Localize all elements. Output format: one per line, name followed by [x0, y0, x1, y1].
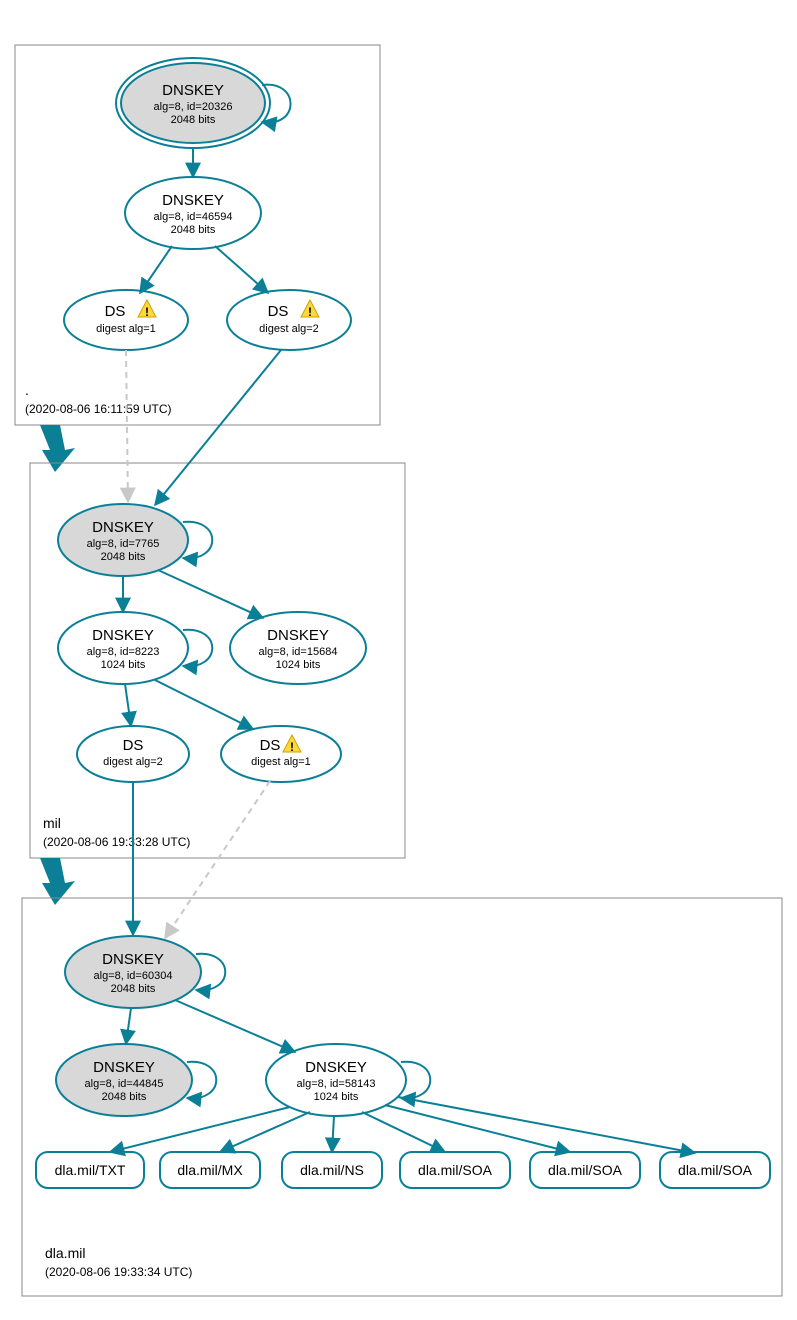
rr-soa2: dla.mil/SOA	[530, 1152, 640, 1188]
svg-text:alg=8, id=8223: alg=8, id=8223	[87, 646, 160, 658]
svg-text:1024 bits: 1024 bits	[276, 659, 321, 671]
svg-text:DS: DS	[105, 303, 126, 320]
svg-text:DNSKEY: DNSKEY	[162, 192, 224, 209]
rr-soa1: dla.mil/SOA	[400, 1152, 510, 1188]
svg-text:DNSKEY: DNSKEY	[305, 1059, 367, 1076]
svg-text:!: !	[145, 305, 149, 319]
rr-mx: dla.mil/MX	[160, 1152, 260, 1188]
svg-text:1024 bits: 1024 bits	[314, 1091, 359, 1103]
svg-text:2048 bits: 2048 bits	[111, 983, 156, 995]
svg-text:digest alg=2: digest alg=2	[259, 323, 319, 335]
svg-text:alg=8, id=7765: alg=8, id=7765	[87, 538, 160, 550]
node-mil-ksk: DNSKEY alg=8, id=7765 2048 bits	[58, 504, 188, 576]
svg-text:dla.mil/SOA: dla.mil/SOA	[548, 1162, 623, 1178]
svg-text:2048 bits: 2048 bits	[102, 1091, 147, 1103]
svg-text:2048 bits: 2048 bits	[171, 224, 216, 236]
zone-root-name: .	[25, 382, 29, 398]
zone-root: . (2020-08-06 16:11:59 UTC) DNSKEY alg=8…	[15, 45, 380, 425]
node-mil-zsk: DNSKEY alg=8, id=8223 1024 bits	[58, 612, 188, 684]
svg-text:alg=8, id=58143: alg=8, id=58143	[297, 1078, 376, 1090]
svg-text:dla.mil/SOA: dla.mil/SOA	[418, 1162, 493, 1178]
dnssec-graph: . (2020-08-06 16:11:59 UTC) DNSKEY alg=8…	[0, 0, 797, 1320]
node-mil-ds1: DS digest alg=1 !	[221, 726, 341, 782]
node-root-ksk: DNSKEY alg=8, id=20326 2048 bits	[116, 58, 270, 148]
svg-text:DNSKEY: DNSKEY	[93, 1059, 155, 1076]
svg-text:DS: DS	[260, 737, 281, 754]
zone-dla-date: (2020-08-06 19:33:34 UTC)	[45, 1265, 192, 1279]
svg-text:alg=8, id=60304: alg=8, id=60304	[94, 970, 173, 982]
svg-text:DNSKEY: DNSKEY	[92, 627, 154, 644]
zone-root-date: (2020-08-06 16:11:59 UTC)	[25, 402, 172, 416]
svg-text:DNSKEY: DNSKEY	[267, 627, 329, 644]
svg-text:digest alg=1: digest alg=1	[96, 323, 156, 335]
zone-mil-date: (2020-08-06 19:33:28 UTC)	[43, 835, 190, 849]
svg-text:2048 bits: 2048 bits	[101, 551, 146, 563]
node-root-ds1: DS digest alg=1 !	[64, 290, 188, 350]
svg-text:DNSKEY: DNSKEY	[162, 82, 224, 99]
svg-text:dla.mil/MX: dla.mil/MX	[177, 1162, 243, 1178]
svg-text:DNSKEY: DNSKEY	[92, 519, 154, 536]
svg-text:dla.mil/SOA: dla.mil/SOA	[678, 1162, 753, 1178]
svg-text:digest alg=1: digest alg=1	[251, 756, 311, 768]
svg-text:dla.mil/TXT: dla.mil/TXT	[55, 1162, 126, 1178]
node-dla-ksk: DNSKEY alg=8, id=60304 2048 bits	[65, 936, 201, 1008]
node-dla-zsk2: DNSKEY alg=8, id=44845 2048 bits	[56, 1044, 192, 1116]
svg-text:alg=8, id=44845: alg=8, id=44845	[85, 1078, 164, 1090]
zone-dla-name: dla.mil	[45, 1245, 85, 1261]
svg-text:2048 bits: 2048 bits	[171, 114, 216, 126]
node-mil-zsk2: DNSKEY alg=8, id=15684 1024 bits	[230, 612, 366, 684]
rr-ns: dla.mil/NS	[282, 1152, 382, 1188]
svg-text:!: !	[290, 740, 294, 754]
node-root-ds2: DS digest alg=2 !	[227, 290, 351, 350]
svg-text:alg=8, id=15684: alg=8, id=15684	[259, 646, 338, 658]
node-mil-ds2: DS digest alg=2	[77, 726, 189, 782]
zone-mil-name: mil	[43, 815, 61, 831]
delegation-arrow-icon	[40, 425, 75, 472]
svg-text:alg=8, id=46594: alg=8, id=46594	[154, 211, 233, 223]
svg-text:DS: DS	[268, 303, 289, 320]
svg-text:DNSKEY: DNSKEY	[102, 951, 164, 968]
svg-text:DS: DS	[123, 737, 144, 754]
rr-txt: dla.mil/TXT	[36, 1152, 144, 1188]
zone-mil: mil (2020-08-06 19:33:28 UTC) DNSKEY alg…	[30, 350, 405, 858]
svg-text:dla.mil/NS: dla.mil/NS	[300, 1162, 364, 1178]
svg-text:!: !	[308, 305, 312, 319]
node-root-zsk: DNSKEY alg=8, id=46594 2048 bits	[125, 177, 261, 249]
svg-text:digest alg=2: digest alg=2	[103, 756, 163, 768]
svg-text:1024 bits: 1024 bits	[101, 659, 146, 671]
rr-soa3: dla.mil/SOA	[660, 1152, 770, 1188]
svg-text:alg=8, id=20326: alg=8, id=20326	[154, 101, 233, 113]
